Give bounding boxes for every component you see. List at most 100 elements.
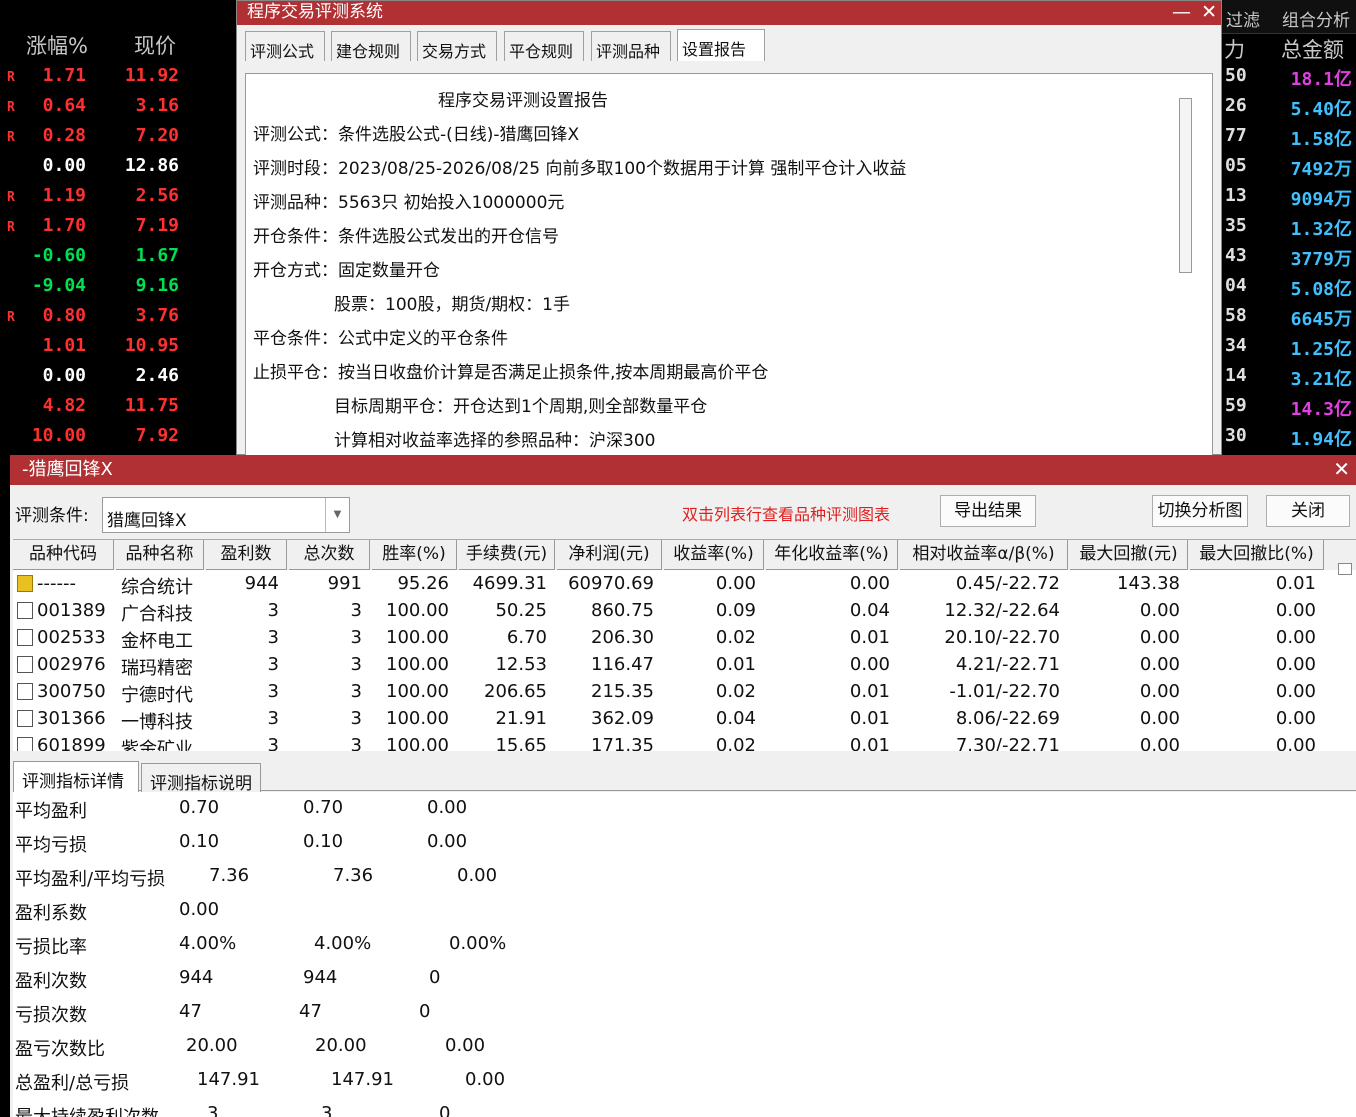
board-right-row[interactable]: 14 3.21亿 bbox=[1222, 362, 1356, 392]
column-header[interactable]: 最大回撤(元) bbox=[1070, 540, 1188, 570]
tab-settings-report[interactable]: 设置报告 bbox=[677, 29, 765, 61]
tab-portfolio-analysis[interactable]: 组合分析 bbox=[1282, 6, 1350, 31]
board-left-header: 涨幅% 现价 bbox=[0, 30, 236, 62]
table-row[interactable]: 601899 紫金矿业 3 3 100.00 15.65 171.35 0.02 0.01 7.3… bbox=[13, 733, 1356, 751]
header-price[interactable]: 现价 bbox=[134, 30, 176, 60]
condition-select[interactable]: 猎鹰回锋X ▼ bbox=[102, 497, 350, 533]
evaluation-dialog-titlebar[interactable]: 程序交易评测系统 — ✕ bbox=[237, 1, 1221, 25]
table-row[interactable]: 300750 宁德时代 3 3 100.00 206.65 215.35 0.02 0.01 -1… bbox=[13, 679, 1356, 706]
board-left-row[interactable]: 0.00 12.86 bbox=[0, 152, 236, 182]
board-right-row[interactable]: 30 1.94亿 bbox=[1222, 422, 1356, 452]
table-cell: 001389 bbox=[37, 600, 106, 621]
folder-icon[interactable] bbox=[17, 575, 33, 592]
tab-open-rules[interactable]: 建仓规则 bbox=[331, 31, 411, 61]
tab-instruments[interactable]: 评测品种 bbox=[591, 31, 671, 61]
report-line-target-period: 目标周期平仓：开仓达到1个周期,则全部数量平仓 bbox=[334, 397, 708, 417]
board-right-row[interactable]: 77 1.58亿 bbox=[1222, 122, 1356, 152]
tab-filter[interactable]: 过滤 bbox=[1226, 6, 1260, 31]
tab-close-rules[interactable]: 平仓规则 bbox=[504, 31, 584, 61]
table-scroll-corner[interactable] bbox=[1338, 563, 1352, 575]
results-table: 品种代码 品种名称 盈利数 总次数 胜率(%) 手续费(元) 净利润(元) 收益率(%) 年化收… bbox=[13, 539, 1356, 751]
tab-formula[interactable]: 评测公式 bbox=[245, 31, 325, 61]
row-force: 04 bbox=[1225, 275, 1247, 296]
checkbox[interactable] bbox=[17, 629, 33, 646]
column-header[interactable]: 收益率(%) bbox=[664, 540, 764, 570]
table-cell: 3 bbox=[267, 708, 279, 729]
checkbox[interactable] bbox=[17, 710, 33, 727]
header-force[interactable]: 力 bbox=[1224, 34, 1245, 64]
row-price: 7.19 bbox=[135, 215, 179, 236]
metric-row: 亏损比率 4.00% 4.00% 0.00% bbox=[13, 928, 1356, 962]
board-left-row[interactable]: 10.00 7.92 bbox=[0, 422, 236, 452]
column-header[interactable]: 手续费(元) bbox=[459, 540, 555, 570]
column-header[interactable]: 年化收益率(%) bbox=[766, 540, 898, 570]
board-left-row[interactable]: 0.00 2.46 bbox=[0, 362, 236, 392]
board-right-row[interactable]: 35 1.32亿 bbox=[1222, 212, 1356, 242]
metric-value: 0.00 bbox=[179, 899, 220, 920]
metric-value: 7.36 bbox=[333, 865, 374, 886]
board-right-row[interactable]: 50 18.1亿 bbox=[1222, 62, 1356, 92]
report-scrollbar[interactable] bbox=[1179, 98, 1192, 273]
board-right-row[interactable]: 58 6645万 bbox=[1222, 302, 1356, 332]
table-cell: 60970.69 bbox=[568, 573, 654, 594]
metric-label: 平均盈利 bbox=[15, 801, 87, 822]
board-left-row[interactable]: -9.04 9.16 bbox=[0, 272, 236, 302]
board-left-row[interactable]: R 1.70 7.19 bbox=[0, 212, 236, 242]
results-close-icon[interactable]: ✕ bbox=[1333, 455, 1350, 484]
table-cell: 002976 bbox=[37, 654, 106, 675]
table-row[interactable]: ------ 综合统计 944 991 95.26 4699.31 60970.69 0.00… bbox=[13, 571, 1356, 598]
chevron-down-icon[interactable]: ▼ bbox=[325, 498, 349, 532]
board-right-row[interactable]: 13 9094万 bbox=[1222, 182, 1356, 212]
board-left-row[interactable]: R 0.80 3.76 bbox=[0, 302, 236, 332]
table-cell: 0.01 bbox=[715, 654, 756, 675]
board-right-row[interactable]: 43 3779万 bbox=[1222, 242, 1356, 272]
header-total-amount[interactable]: 总金额 bbox=[1281, 34, 1344, 64]
metric-value: 0.70 bbox=[179, 797, 220, 818]
checkbox[interactable] bbox=[17, 602, 33, 619]
board-left-row[interactable]: 4.82 11.75 bbox=[0, 392, 236, 422]
board-right-row[interactable]: 34 1.25亿 bbox=[1222, 332, 1356, 362]
column-header[interactable]: 盈利数 bbox=[206, 540, 287, 570]
checkbox[interactable] bbox=[17, 656, 33, 673]
column-header[interactable]: 相对收益率α/β(%) bbox=[900, 540, 1068, 570]
tab-metric-notes[interactable]: 评测指标说明 bbox=[141, 763, 261, 794]
checkbox[interactable] bbox=[17, 683, 33, 700]
table-row[interactable]: 301366 一博科技 3 3 100.00 21.91 362.09 0.04 0.01 8.0… bbox=[13, 706, 1356, 733]
metric-value: 3 bbox=[207, 1103, 219, 1117]
board-left-row[interactable]: R 0.28 7.20 bbox=[0, 122, 236, 152]
table-cell: 301366 bbox=[37, 708, 106, 729]
board-left-row[interactable]: 1.01 10.95 bbox=[0, 332, 236, 362]
tab-trade-mode[interactable]: 交易方式 bbox=[417, 31, 497, 61]
board-left-row[interactable]: R 0.64 3.16 bbox=[0, 92, 236, 122]
board-right-row[interactable]: 26 5.40亿 bbox=[1222, 92, 1356, 122]
metric-label: 亏损比率 bbox=[15, 937, 87, 958]
table-row[interactable]: 002533 金杯电工 3 3 100.00 6.70 206.30 0.02 0.01 20.1… bbox=[13, 625, 1356, 652]
export-button[interactable]: 导出结果 bbox=[940, 495, 1036, 527]
metric-value: 0.10 bbox=[303, 831, 344, 852]
board-right-tabs: 过滤 组合分析 bbox=[1222, 0, 1356, 34]
column-header[interactable]: 胜率(%) bbox=[372, 540, 457, 570]
switch-chart-button[interactable]: 切换分析图 bbox=[1152, 495, 1248, 527]
board-right-row[interactable]: 05 7492万 bbox=[1222, 152, 1356, 182]
table-row[interactable]: 001389 广合科技 3 3 100.00 50.25 860.75 0.09 0.04 12.… bbox=[13, 598, 1356, 625]
header-change-pct[interactable]: 涨幅% bbox=[26, 30, 88, 60]
board-left-row[interactable]: -0.60 1.67 bbox=[0, 242, 236, 272]
board-right-row[interactable]: 59 14.3亿 bbox=[1222, 392, 1356, 422]
board-left-row[interactable]: R 1.71 11.92 bbox=[0, 62, 236, 92]
tab-metric-details[interactable]: 评测指标详情 bbox=[13, 761, 139, 793]
close-icon[interactable]: ✕ bbox=[1201, 1, 1217, 24]
minimize-icon[interactable]: — bbox=[1172, 1, 1191, 24]
column-header[interactable]: 总次数 bbox=[289, 540, 370, 570]
row-price: 3.16 bbox=[135, 95, 179, 116]
column-header[interactable]: 净利润(元) bbox=[557, 540, 662, 570]
board-right-row[interactable]: 04 5.08亿 bbox=[1222, 272, 1356, 302]
board-left-row[interactable]: R 1.19 2.56 bbox=[0, 182, 236, 212]
checkbox[interactable] bbox=[17, 737, 33, 751]
column-header[interactable]: 最大回撤比(%) bbox=[1190, 540, 1324, 570]
table-row[interactable]: 002976 瑞玛精密 3 3 100.00 12.53 116.47 0.01 0.00 4.2… bbox=[13, 652, 1356, 679]
column-header[interactable]: 品种代码 bbox=[13, 540, 114, 570]
results-dialog-titlebar[interactable]: -猎鹰回锋X ✕ bbox=[10, 455, 1356, 485]
column-header[interactable]: 品种名称 bbox=[116, 540, 204, 570]
settings-report: 程序交易评测设置报告 评测公式：条件选股公式-(日线)-猎鹰回锋X 评测时段：2… bbox=[245, 73, 1213, 456]
close-button[interactable]: 关闭 bbox=[1266, 495, 1350, 527]
